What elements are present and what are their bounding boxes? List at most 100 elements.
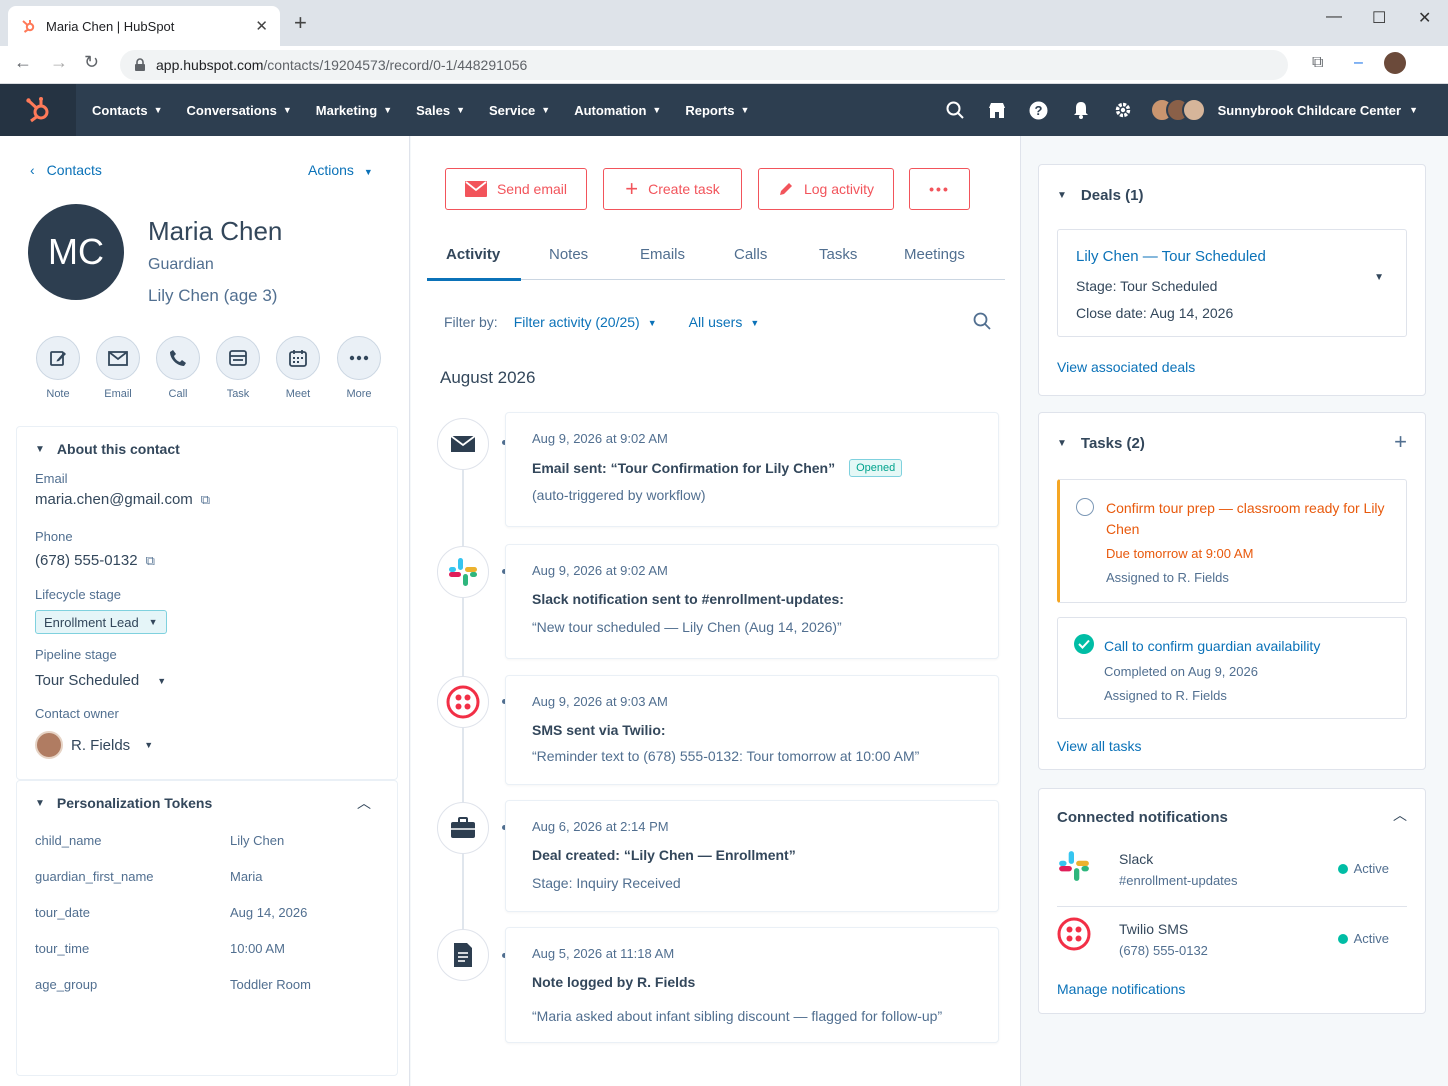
quick-action-task[interactable]: Task bbox=[208, 336, 268, 400]
pipeline-label: Pipeline stage bbox=[35, 647, 117, 662]
nav-reports[interactable]: Reports ▼ bbox=[673, 103, 761, 118]
add-task-icon[interactable]: + bbox=[1394, 429, 1407, 455]
url-field[interactable]: app.hubspot.com/contacts/19204573/record… bbox=[120, 50, 1288, 80]
task-item[interactable]: Confirm tour prep — classroom ready for … bbox=[1057, 479, 1407, 603]
note-icon bbox=[36, 336, 80, 380]
reload-icon[interactable]: ↻ bbox=[84, 52, 99, 73]
timeline-body: (auto-triggered by workflow) bbox=[532, 487, 706, 503]
copy-icon[interactable]: ⧉ bbox=[201, 492, 210, 508]
copy-icon[interactable]: ⧉ bbox=[146, 553, 155, 569]
timeline-item[interactable]: Aug 6, 2026 at 2:14 PM Deal created: “Li… bbox=[505, 800, 999, 912]
minimize-panel-icon[interactable]: – bbox=[1354, 54, 1363, 72]
nav-conversations[interactable]: Conversations ▼ bbox=[175, 103, 304, 118]
minimize-icon[interactable]: — bbox=[1326, 8, 1342, 26]
timeline-item[interactable]: Aug 9, 2026 at 9:02 AM Email sent: “Tour… bbox=[505, 412, 999, 527]
tab-meetings[interactable]: Meetings bbox=[904, 246, 965, 263]
view-associated-deals-link[interactable]: View associated deals bbox=[1057, 359, 1195, 375]
account-switcher[interactable]: Sunnybrook Childcare Center ▼ bbox=[1218, 103, 1418, 118]
lifecycle-stage-select[interactable]: Enrollment Lead ▼ bbox=[35, 610, 167, 634]
search-icon[interactable] bbox=[973, 312, 991, 335]
account-name: Sunnybrook Childcare Center bbox=[1217, 102, 1402, 118]
actions-dropdown[interactable]: Actions ▼ bbox=[308, 162, 373, 178]
maximize-icon[interactable]: ☐ bbox=[1372, 8, 1386, 28]
chevron-up-icon[interactable]: ︿ bbox=[1393, 805, 1407, 825]
deal-name[interactable]: Lily Chen — Tour Scheduled bbox=[1076, 248, 1266, 265]
timeline-item[interactable]: Aug 9, 2026 at 9:03 AM SMS sent via Twil… bbox=[505, 675, 999, 785]
tab-activity[interactable]: Activity bbox=[446, 246, 500, 263]
nav-menu: Contacts ▼ Conversations ▼ Marketing ▼ Sale… bbox=[80, 103, 761, 118]
task-title[interactable]: Confirm tour prep — classroom ready for … bbox=[1106, 498, 1386, 540]
token-key: child_name bbox=[35, 833, 102, 848]
task-title[interactable]: Call to confirm guardian availability bbox=[1104, 636, 1404, 657]
phone-icon bbox=[156, 336, 200, 380]
gear-icon[interactable] bbox=[1102, 101, 1144, 119]
quick-action-note[interactable]: Note bbox=[28, 336, 88, 400]
bell-icon[interactable] bbox=[1060, 101, 1102, 119]
owner-select[interactable]: R. Fields ▼ bbox=[35, 731, 153, 759]
close-window-icon[interactable]: ✕ bbox=[1418, 8, 1431, 28]
about-section-toggle[interactable]: ▼ About this contact bbox=[35, 441, 180, 457]
filter-users-dropdown[interactable]: All users ▼ bbox=[689, 314, 760, 332]
help-icon[interactable]: ? bbox=[1018, 101, 1060, 120]
nav-service[interactable]: Service ▼ bbox=[477, 103, 562, 118]
email-value: maria.chen@gmail.com bbox=[35, 491, 193, 508]
nav-utility-icons: ? Sunnybrook Childcare Center ▼ bbox=[934, 84, 1448, 136]
more-actions-button[interactable]: ••• bbox=[909, 168, 970, 210]
back-arrow-icon[interactable]: ← bbox=[14, 52, 32, 73]
plus-icon: + bbox=[625, 176, 639, 201]
status-badge: Active bbox=[1337, 861, 1389, 876]
task-due: Due tomorrow at 9:00 AM bbox=[1106, 546, 1254, 561]
log-activity-button[interactable]: Log activity bbox=[758, 168, 894, 210]
close-tab-icon[interactable]: ✕ bbox=[255, 17, 268, 35]
chevron-down-icon: ▼ bbox=[740, 105, 750, 115]
view-all-tasks-link[interactable]: View all tasks bbox=[1057, 738, 1142, 754]
check-circle-icon[interactable] bbox=[1074, 634, 1094, 654]
nav-sales[interactable]: Sales ▼ bbox=[404, 103, 477, 118]
marketplace-icon[interactable] bbox=[976, 101, 1018, 119]
quick-action-more[interactable]: More bbox=[329, 336, 389, 400]
extensions-icon[interactable]: ⧉ bbox=[1312, 54, 1323, 72]
chevron-down-icon: ▼ bbox=[282, 105, 292, 115]
nav-marketing[interactable]: Marketing ▼ bbox=[304, 103, 404, 118]
tokens-section-toggle[interactable]: ▼ Personalization Tokens bbox=[35, 795, 212, 811]
quick-action-email[interactable]: Email bbox=[88, 336, 148, 400]
send-email-button[interactable]: Send email bbox=[445, 168, 587, 210]
deals-section-toggle[interactable]: ▼ Deals (1) bbox=[1057, 187, 1143, 204]
chevron-up-icon[interactable]: ︿ bbox=[357, 793, 371, 813]
timeline-item[interactable]: Aug 9, 2026 at 9:02 AM Slack notificatio… bbox=[505, 544, 999, 659]
deal-item[interactable]: Lily Chen — Tour Scheduled Stage: Tour S… bbox=[1057, 229, 1407, 337]
new-tab-icon[interactable]: + bbox=[294, 10, 307, 36]
nav-automation[interactable]: Automation ▼ bbox=[562, 103, 673, 118]
hubspot-logo-icon[interactable] bbox=[0, 84, 76, 136]
timeline-item[interactable]: Aug 5, 2026 at 11:18 AM Note logged by R… bbox=[505, 927, 999, 1043]
email-field[interactable]: maria.chen@gmail.com ⧉ bbox=[35, 491, 210, 508]
browser-tab[interactable]: Maria Chen | HubSpot ✕ bbox=[8, 6, 280, 46]
timeline-date: Aug 6, 2026 at 2:14 PM bbox=[532, 819, 669, 834]
caret-down-icon[interactable]: ▼ bbox=[1374, 272, 1384, 283]
task-item[interactable]: Call to confirm guardian availability Co… bbox=[1057, 617, 1407, 719]
pipeline-stage-select[interactable]: Tour Scheduled ▼ bbox=[35, 672, 166, 689]
task-checkbox[interactable] bbox=[1076, 498, 1094, 516]
caret-down-icon: ▼ bbox=[148, 617, 158, 627]
tab-notes[interactable]: Notes bbox=[549, 246, 588, 263]
tab-calls[interactable]: Calls bbox=[734, 246, 767, 263]
owner-value: R. Fields bbox=[71, 736, 131, 754]
manage-notifications-link[interactable]: Manage notifications bbox=[1057, 981, 1185, 997]
tasks-section-toggle[interactable]: ▼ Tasks (2) bbox=[1057, 435, 1145, 452]
phone-field[interactable]: (678) 555-0132 ⧉ bbox=[35, 552, 155, 569]
tab-emails[interactable]: Emails bbox=[640, 246, 685, 263]
tab-tasks[interactable]: Tasks bbox=[819, 246, 857, 263]
team-avatars[interactable] bbox=[1149, 98, 1206, 122]
back-to-contacts-link[interactable]: ‹ Contacts bbox=[30, 162, 102, 178]
browser-profile-avatar[interactable] bbox=[1384, 52, 1406, 74]
forward-arrow-icon[interactable]: → bbox=[50, 52, 68, 73]
quick-action-meet[interactable]: Meet bbox=[268, 336, 328, 400]
briefcase-icon bbox=[437, 802, 489, 854]
filter-activity-label: Filter activity (20/25) bbox=[513, 314, 640, 330]
quick-action-call[interactable]: Call bbox=[148, 336, 208, 400]
search-icon[interactable] bbox=[934, 101, 976, 119]
chevron-down-icon: ▼ bbox=[383, 105, 393, 115]
nav-contacts[interactable]: Contacts ▼ bbox=[80, 103, 175, 118]
filter-activity-dropdown[interactable]: Filter activity (20/25) ▼ bbox=[514, 314, 657, 332]
create-task-button[interactable]: + Create task bbox=[603, 168, 742, 210]
